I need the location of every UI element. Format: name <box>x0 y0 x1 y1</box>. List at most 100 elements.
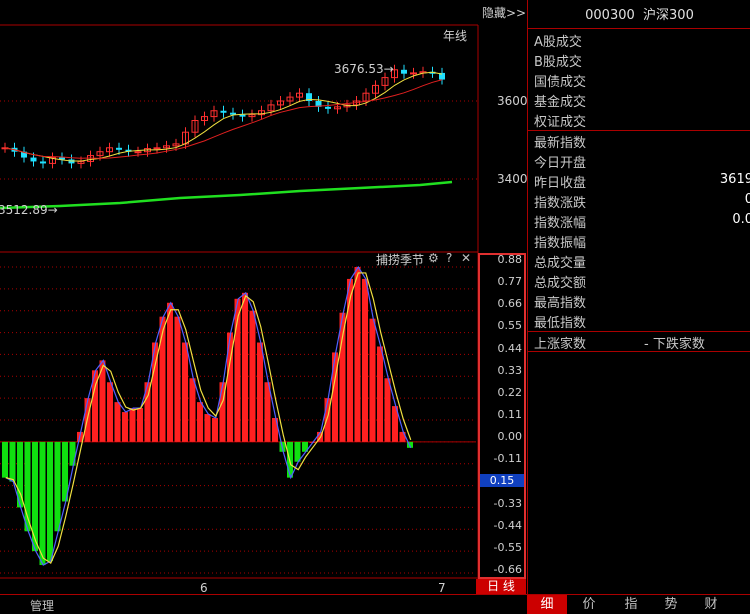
stat-label: 昨日收盘 <box>534 176 587 191</box>
stat-label: 今日开盘 <box>534 156 587 171</box>
manage-button[interactable]: 管理 <box>30 597 54 614</box>
indicator-bar <box>362 278 368 442</box>
indicator-bar <box>347 278 353 442</box>
indicator-tick: 0.88 <box>497 253 523 266</box>
index-title: 000300 沪深300 <box>528 4 750 23</box>
indicator-tick: 0.22 <box>497 385 523 399</box>
indicator-tick: 0.11 <box>497 408 523 421</box>
indicator-bar <box>212 418 218 442</box>
indicator-bar <box>39 441 46 566</box>
candle-body <box>410 72 417 75</box>
stat-label: B股成交 <box>534 55 582 70</box>
candle-body <box>153 147 161 150</box>
indicator-bar <box>369 318 376 442</box>
low-annotation: 3512.89→ <box>0 203 58 217</box>
right-panel: 000300 沪深300 A股成交 B股成交国债成交基金成交权证成交最新指数今日开… <box>527 0 750 594</box>
indicator-tick: 0.15 <box>480 474 524 488</box>
indicator-tick: -0.66 <box>493 563 522 576</box>
tab-price[interactable]: 价 <box>567 595 611 614</box>
chart-area[interactable]: 年线 3676.53→ 3512.89→ 3600 3400 捕捞季节 ⚙ ? … <box>0 0 528 595</box>
gear-icon[interactable]: ⚙ <box>428 251 439 265</box>
price-tick: 3400 <box>497 172 528 186</box>
close-icon[interactable]: ✕ <box>461 251 471 265</box>
stat-label: 最高指数 <box>534 296 587 311</box>
candle-body <box>30 157 37 162</box>
candle-body <box>220 110 227 113</box>
indicator-bar <box>2 441 8 478</box>
moving-averages <box>0 71 453 210</box>
stat-label: 基金成交 <box>534 95 587 110</box>
indicator-bar <box>122 412 128 442</box>
x-label: 7 <box>438 581 446 595</box>
chart-svg[interactable] <box>0 0 480 580</box>
indicator-bar <box>114 402 121 442</box>
indicator-tick: 0.66 <box>497 297 523 311</box>
indicator-bar <box>9 441 16 482</box>
indicator-name[interactable]: 捕捞季节 <box>376 251 424 268</box>
hide-button[interactable]: 隐藏>> <box>482 4 526 21</box>
candle-body <box>325 106 331 109</box>
period-label: 年线 <box>443 29 468 43</box>
indicator-bar <box>204 414 211 442</box>
indicator-tick: 0.00 <box>497 430 523 444</box>
indicator-bar <box>189 378 196 442</box>
stat-label: 指数振幅 <box>534 236 587 251</box>
high-annotation: 3676.53→ <box>334 62 394 76</box>
indicator-bar <box>54 441 61 532</box>
down-count-label: - 下跌家数 <box>644 337 705 352</box>
candle-body <box>134 151 142 154</box>
indicator-bar <box>197 402 203 442</box>
indicator-tick: -0.55 <box>493 540 522 554</box>
stat-value: 0 <box>744 192 750 207</box>
tab-detail[interactable]: 细 <box>527 595 567 614</box>
indicator-tick: -0.33 <box>493 496 522 510</box>
bottom-bar: 管理 细 价 指 势 财 <box>0 594 750 614</box>
stat-value: 0.0 <box>732 212 750 227</box>
indicator-bar <box>242 292 248 442</box>
stat-value: 3619 <box>719 172 750 187</box>
indicator-bar <box>174 316 181 442</box>
tab-index[interactable]: 指 <box>611 595 651 614</box>
day-period-button[interactable]: 日 线 <box>476 579 526 594</box>
stat-label: 指数涨跌 <box>534 196 587 211</box>
candle-body <box>40 161 46 164</box>
indicator-bar <box>377 346 383 442</box>
candle-body <box>239 114 246 117</box>
indicator-tick: 0.77 <box>497 275 523 289</box>
price-tick: 3600 <box>497 94 528 108</box>
stat-label: 总成交额 <box>534 276 587 291</box>
stat-label: 总成交量 <box>534 256 587 271</box>
candlesticks <box>1 64 445 169</box>
indicator-bar <box>257 342 263 442</box>
tab-trend[interactable]: 势 <box>651 595 691 614</box>
indicator-tick: -0.44 <box>493 518 522 532</box>
indicator-bars <box>2 267 413 566</box>
candle-body <box>401 69 407 74</box>
stat-label: A股成交 <box>534 35 582 50</box>
indicator-tick: 0.44 <box>497 341 523 355</box>
indicator-bar <box>249 310 256 442</box>
indicator-bar <box>129 408 136 442</box>
indicator-bar <box>384 378 391 442</box>
up-count-label: 上涨家数 <box>534 337 587 352</box>
stat-label: 最新指数 <box>534 136 587 151</box>
indicator-bar <box>107 382 113 442</box>
help-icon[interactable]: ? <box>446 251 452 265</box>
stat-label: 权证成交 <box>534 115 587 130</box>
indicator-bar <box>167 302 173 442</box>
tab-finance[interactable]: 财 <box>691 595 731 614</box>
x-label: 6 <box>200 581 208 595</box>
indicator-bar <box>294 441 301 462</box>
indicator-bar <box>47 441 53 562</box>
index-name: 沪深300 <box>643 8 694 23</box>
candle-body <box>116 147 122 150</box>
indicator-tick: -0.11 <box>493 452 522 466</box>
stat-label: 国债成交 <box>534 75 587 90</box>
ma-long-line <box>0 180 453 210</box>
indicator-bar <box>354 267 361 442</box>
stat-label: 最低指数 <box>534 316 587 331</box>
indicator-axis: 0.88 0.77 0.66 0.55 0.44 0.33 0.22 0.11 0.00 -0.1… <box>478 253 526 579</box>
stat-label: 指数涨幅 <box>534 216 587 231</box>
index-code: 000300 <box>585 8 635 23</box>
indicator-bar <box>339 312 346 442</box>
